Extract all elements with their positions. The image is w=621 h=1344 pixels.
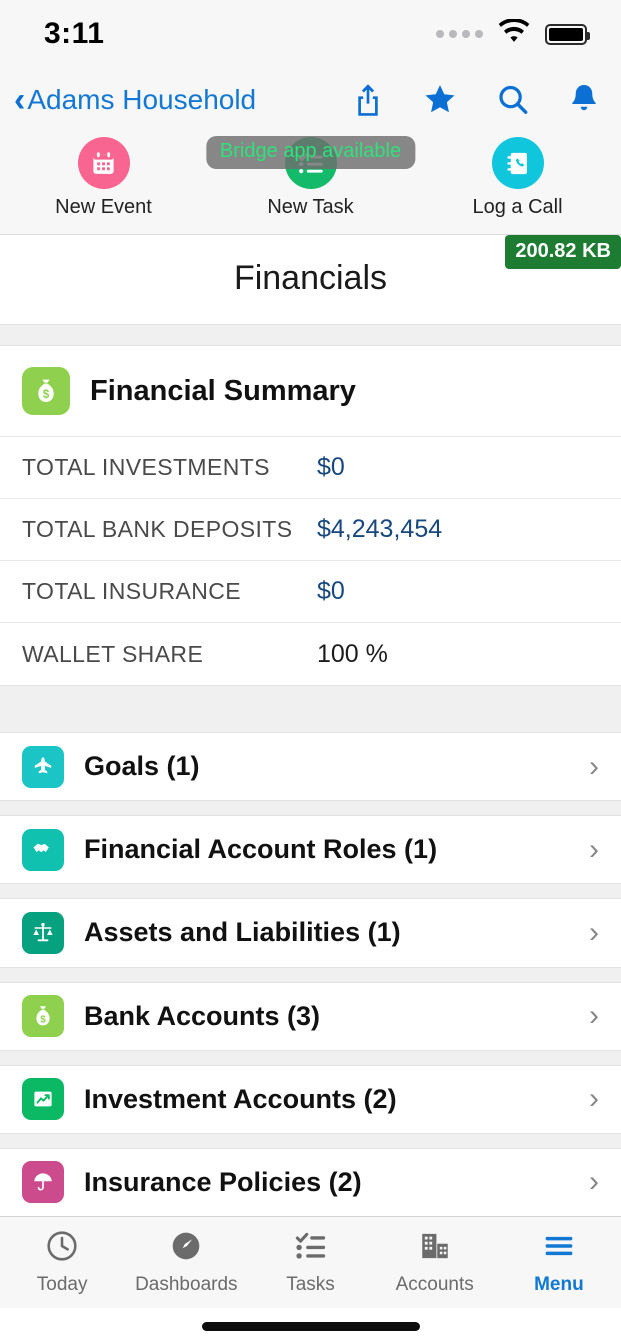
- financial-summary-title: Financial Summary: [90, 374, 356, 407]
- status-bar: 3:11: [0, 0, 621, 68]
- wifi-icon: [497, 18, 531, 49]
- tab-label: Tasks: [286, 1274, 335, 1296]
- section-divider: [0, 324, 621, 346]
- svg-text:$: $: [43, 388, 50, 401]
- tab-label: Accounts: [395, 1274, 474, 1296]
- money-bag-icon: $: [22, 995, 64, 1038]
- summary-row: TOTAL INSURANCE $0: [0, 561, 621, 623]
- umbrella-icon: [22, 1161, 64, 1204]
- quick-actions-bar: New Event New Task Log a Call Bridge app…: [0, 131, 621, 235]
- signal-dots-icon: [436, 30, 483, 38]
- notifications-bell-icon[interactable]: [569, 83, 599, 116]
- favorite-star-icon[interactable]: [423, 83, 457, 116]
- summary-row: WALLET SHARE 100 %: [0, 623, 621, 685]
- scales-balance-icon: [22, 911, 64, 954]
- related-list-bank-accounts[interactable]: $ Bank Accounts (3) ›: [0, 982, 621, 1050]
- bottom-tab-bar: Today Dashboards Tasks Accounts Menu: [0, 1216, 621, 1309]
- quick-action-label: New Event: [55, 196, 152, 218]
- page-size-badge: 200.82 KB: [505, 235, 621, 269]
- tab-label: Menu: [534, 1274, 584, 1296]
- battery-full-icon: [545, 23, 590, 45]
- buildings-icon: [418, 1229, 452, 1268]
- summary-value[interactable]: $0: [317, 453, 345, 482]
- related-list-label: Bank Accounts (3): [84, 1000, 321, 1031]
- tab-dashboards[interactable]: Dashboards: [124, 1229, 248, 1296]
- calendar-icon: [77, 137, 130, 189]
- status-indicators: [436, 18, 590, 49]
- navigation-bar: ‹ Adams Household: [0, 68, 621, 131]
- gauge-icon: [169, 1229, 203, 1268]
- nav-actions: [353, 83, 599, 117]
- status-time: 3:11: [44, 17, 105, 50]
- phone-book-icon: [491, 137, 544, 189]
- svg-text:$: $: [40, 1014, 46, 1025]
- section-divider: [0, 1049, 621, 1066]
- phone-screen: 3:11 ‹ Adams Household New Event New Tas…: [0, 0, 621, 1344]
- related-list-label: Investment Accounts (2): [84, 1083, 397, 1114]
- checklist-icon: [294, 1229, 328, 1268]
- quick-action-label: New Task: [267, 196, 354, 218]
- tab-label: Today: [36, 1274, 88, 1296]
- back-chevron-icon: ‹: [14, 80, 26, 119]
- section-divider: [0, 800, 621, 817]
- chevron-right-icon: ›: [589, 749, 599, 783]
- section-divider: [0, 966, 621, 983]
- summary-row: TOTAL BANK DEPOSITS $4,243,454: [0, 499, 621, 561]
- summary-row: TOTAL INVESTMENTS $0: [0, 437, 621, 499]
- related-list-assets-and-liabilities[interactable]: Assets and Liabilities (1) ›: [0, 899, 621, 967]
- quick-action-log-a-call[interactable]: Log a Call: [414, 137, 621, 219]
- summary-label: TOTAL BANK DEPOSITS: [22, 516, 293, 542]
- related-list-label: Assets and Liabilities (1): [84, 917, 401, 948]
- related-list-investment-accounts[interactable]: Investment Accounts (2) ›: [0, 1065, 621, 1133]
- quick-action-label: Log a Call: [472, 196, 563, 218]
- financial-summary-header: $ Financial Summary: [0, 346, 621, 437]
- chevron-right-icon: ›: [589, 915, 599, 949]
- chevron-right-icon: ›: [589, 1165, 599, 1199]
- quick-action-new-event[interactable]: New Event: [0, 137, 207, 219]
- tab-label: Dashboards: [135, 1274, 238, 1296]
- chevron-right-icon: ›: [589, 999, 599, 1033]
- search-icon[interactable]: [497, 83, 529, 116]
- summary-label: TOTAL INSURANCE: [22, 578, 241, 604]
- related-list-financial-account-roles[interactable]: Financial Account Roles (1) ›: [0, 816, 621, 884]
- chevron-right-icon: ›: [589, 1082, 599, 1116]
- section-divider: [0, 1132, 621, 1149]
- related-list-insurance-policies[interactable]: Insurance Policies (2) ›: [0, 1148, 621, 1217]
- share-icon[interactable]: [353, 83, 383, 117]
- trend-chart-icon: [22, 1078, 64, 1121]
- clock-icon: [45, 1229, 79, 1268]
- section-divider: [0, 883, 621, 900]
- summary-value: 100 %: [317, 639, 388, 668]
- tab-today[interactable]: Today: [0, 1229, 124, 1296]
- page-title-section: Financials 200.82 KB: [0, 235, 621, 324]
- tab-accounts[interactable]: Accounts: [373, 1229, 497, 1296]
- section-divider: [0, 685, 621, 733]
- summary-label: TOTAL INVESTMENTS: [22, 454, 270, 480]
- home-indicator: [0, 1308, 621, 1344]
- back-button[interactable]: ‹ Adams Household: [14, 83, 256, 117]
- back-button-label: Adams Household: [27, 83, 257, 115]
- tab-menu[interactable]: Menu: [497, 1229, 621, 1296]
- chevron-right-icon: ›: [589, 832, 599, 866]
- related-list-label: Financial Account Roles (1): [84, 834, 438, 865]
- money-bag-icon: $: [22, 367, 70, 415]
- summary-value[interactable]: $4,243,454: [317, 515, 442, 544]
- tab-tasks[interactable]: Tasks: [248, 1229, 372, 1296]
- related-list-goals[interactable]: Goals (1) ›: [0, 733, 621, 801]
- airplane-goal-icon: [22, 745, 64, 788]
- bridge-app-toast: Bridge app available: [205, 136, 416, 169]
- related-list-label: Insurance Policies (2): [84, 1166, 362, 1197]
- handshake-icon: [22, 828, 64, 871]
- summary-label: WALLET SHARE: [22, 640, 204, 667]
- financial-summary-card: $ Financial Summary TOTAL INVESTMENTS $0…: [0, 346, 621, 685]
- hamburger-menu-icon: [542, 1229, 576, 1268]
- related-list-label: Goals (1): [84, 751, 200, 782]
- summary-value[interactable]: $0: [317, 577, 345, 606]
